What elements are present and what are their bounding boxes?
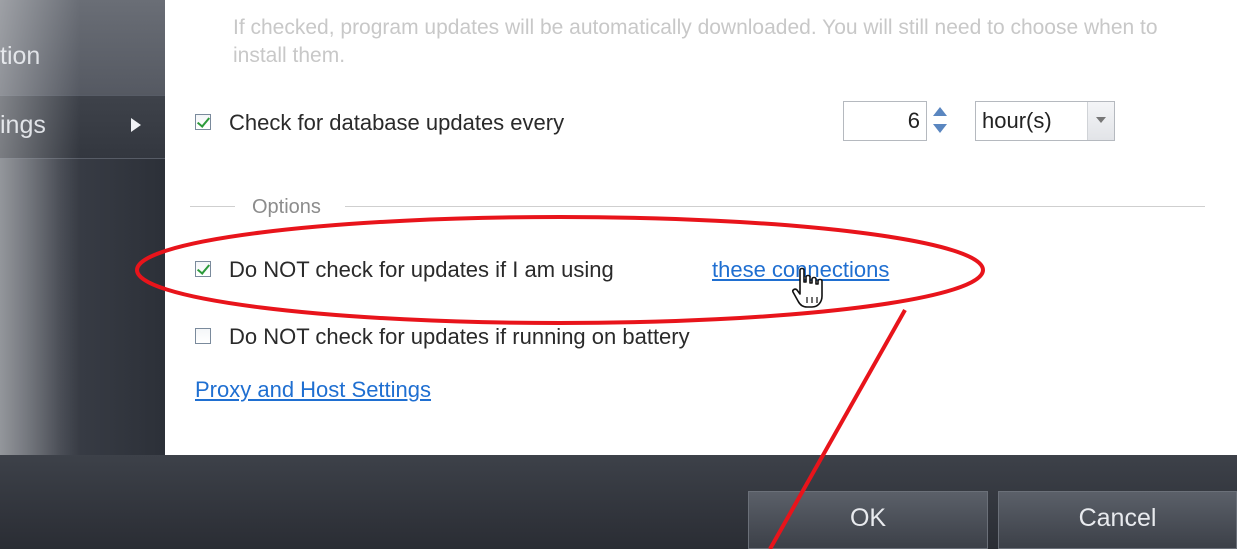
no-check-battery-checkbox[interactable]	[195, 328, 211, 344]
sidebar-item-label: tion	[0, 42, 41, 70]
sidebar: tion ings	[0, 0, 165, 549]
these-connections-link[interactable]: these connections	[712, 257, 889, 283]
auto-download-description: If checked, program updates will be auto…	[233, 16, 1158, 67]
no-check-battery-label: Do NOT check for updates if running on b…	[229, 324, 690, 349]
options-divider-right	[345, 206, 1205, 207]
interval-unit-select[interactable]: hour(s)	[975, 101, 1115, 141]
db-updates-checkbox[interactable]	[195, 114, 211, 130]
chevron-up-icon[interactable]	[933, 107, 947, 116]
no-check-connections-label: Do NOT check for updates if I am using	[229, 257, 614, 282]
chevron-down-icon[interactable]	[933, 124, 947, 133]
sidebar-item-settings[interactable]: ings	[0, 96, 165, 159]
db-updates-label: Check for database updates every	[229, 110, 565, 135]
options-divider-left	[190, 206, 235, 207]
interval-unit-value: hour(s)	[982, 108, 1052, 133]
chevron-down-icon[interactable]	[1087, 102, 1114, 140]
update-interval-input[interactable]: 6	[843, 101, 927, 141]
options-group-label: Options	[252, 196, 321, 218]
update-interval-stepper[interactable]	[929, 101, 952, 141]
arrow-right-icon	[131, 118, 141, 132]
cancel-button[interactable]: Cancel	[998, 491, 1237, 549]
no-check-connections-checkbox[interactable]	[195, 261, 211, 277]
ok-button[interactable]: OK	[748, 491, 988, 549]
proxy-host-settings-link[interactable]: Proxy and Host Settings	[195, 377, 431, 403]
sidebar-item-section[interactable]: tion	[0, 0, 165, 96]
sidebar-item-label: ings	[0, 111, 46, 139]
